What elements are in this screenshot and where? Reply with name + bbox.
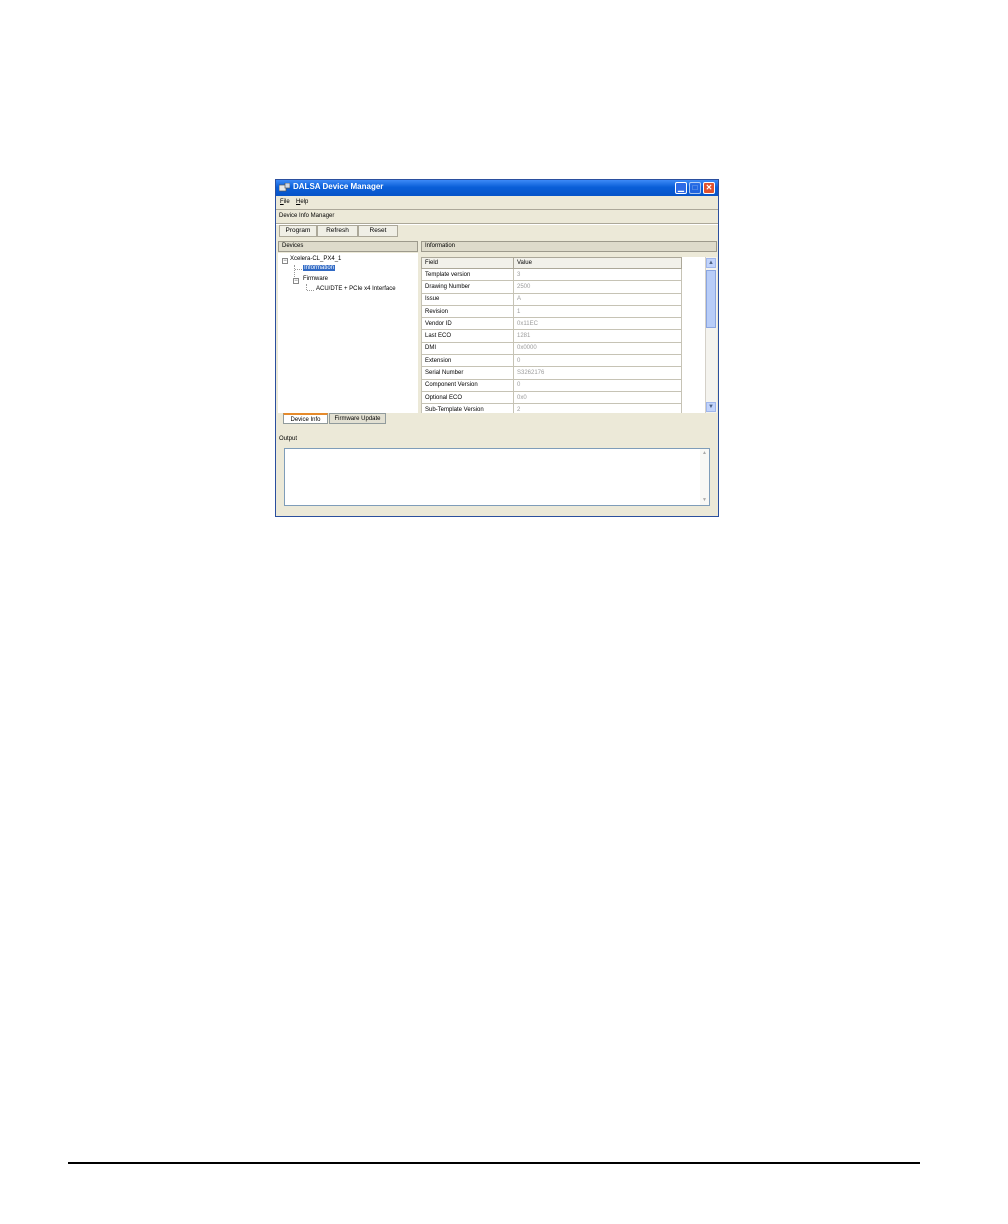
panel-title: Device Info Manager bbox=[279, 213, 335, 219]
field-cell: Component Version bbox=[421, 378, 514, 392]
tab-strip: Device Info Firmware Update bbox=[276, 413, 718, 425]
column-header-value[interactable]: Value bbox=[513, 257, 682, 269]
field-cell: Template version bbox=[421, 267, 514, 282]
menu-file[interactable]: File bbox=[280, 199, 290, 205]
table-row[interactable]: Extension 0 bbox=[421, 354, 682, 368]
table-row[interactable]: Drawing Number 2500 bbox=[421, 280, 682, 294]
table-row[interactable]: Last ECO 1281 bbox=[421, 329, 682, 343]
grid-header-row: Field Value bbox=[421, 257, 682, 269]
table-row[interactable]: Serial Number S3262176 bbox=[421, 366, 682, 380]
tree-connector bbox=[307, 290, 314, 291]
table-row[interactable]: Vendor ID 0x11EC bbox=[421, 317, 682, 331]
maximize-button[interactable]: □ bbox=[689, 182, 701, 194]
output-label: Output bbox=[279, 436, 298, 442]
field-cell: Last ECO bbox=[421, 329, 514, 343]
scroll-down-icon[interactable]: ▼ bbox=[706, 402, 716, 412]
table-row[interactable]: Template version 3 bbox=[421, 267, 682, 282]
minimize-button[interactable]: ▁ bbox=[675, 182, 687, 194]
title-bar[interactable]: DALSA Device Manager ▁ □ ✕ bbox=[276, 180, 718, 196]
window-title: DALSA Device Manager bbox=[293, 182, 384, 191]
collapse-icon[interactable]: − bbox=[282, 258, 288, 264]
device-manager-window: DALSA Device Manager ▁ □ ✕ File Help Dev… bbox=[275, 179, 719, 517]
table-row[interactable]: Component Version 0 bbox=[421, 378, 682, 392]
value-cell: 1281 bbox=[513, 329, 682, 343]
scroll-up-icon[interactable]: ▲ bbox=[706, 258, 716, 268]
table-row[interactable]: Revision 1 bbox=[421, 304, 682, 319]
scrollbar-thumb[interactable] bbox=[706, 270, 716, 328]
maximize-icon: □ bbox=[692, 183, 698, 192]
field-cell: Revision bbox=[421, 304, 514, 319]
value-cell: A bbox=[513, 292, 682, 306]
value-cell: 3 bbox=[513, 267, 682, 282]
devices-header: Devices bbox=[278, 241, 418, 252]
output-scrollbar[interactable]: ▲ ▼ bbox=[700, 449, 709, 505]
reset-button[interactable]: Reset bbox=[358, 225, 398, 237]
collapse-icon[interactable]: − bbox=[293, 278, 299, 284]
scroll-up-icon[interactable]: ▲ bbox=[700, 449, 709, 458]
table-row[interactable]: Issue A bbox=[421, 292, 682, 306]
menu-bar: File Help bbox=[276, 197, 718, 208]
refresh-button[interactable]: Refresh bbox=[317, 225, 358, 237]
minimize-icon: ▁ bbox=[677, 183, 685, 192]
field-cell: Sub-Template Version bbox=[421, 403, 514, 413]
page-footer-rule bbox=[68, 1162, 920, 1164]
close-button[interactable]: ✕ bbox=[703, 182, 715, 194]
program-button[interactable]: Program bbox=[279, 225, 317, 237]
tree-item-firmware-interface[interactable]: ACU/DTE + PCIe x4 Interface bbox=[316, 286, 396, 292]
output-textarea[interactable]: ▲ ▼ bbox=[284, 448, 710, 506]
table-row[interactable]: DMI 0x0000 bbox=[421, 341, 682, 356]
value-cell: 0 bbox=[513, 378, 682, 392]
information-header: Information bbox=[421, 241, 717, 252]
scroll-down-icon[interactable]: ▼ bbox=[700, 496, 709, 505]
value-cell: 0 bbox=[513, 354, 682, 368]
tree-item-firmware[interactable]: Firmware bbox=[303, 276, 328, 282]
field-cell: Extension bbox=[421, 354, 514, 368]
value-cell: 0x0000 bbox=[513, 341, 682, 356]
field-cell: Vendor ID bbox=[421, 317, 514, 331]
app-icon bbox=[279, 183, 290, 192]
value-cell: 2 bbox=[513, 403, 682, 413]
tree-root-device[interactable]: Xcelera-CL_PX4_1 bbox=[290, 256, 341, 262]
table-row[interactable]: Optional ECO 0x0 bbox=[421, 390, 682, 405]
value-cell: 0x0 bbox=[513, 390, 682, 405]
tree-connector bbox=[295, 269, 302, 270]
table-row[interactable]: Sub-Template Version 2 bbox=[421, 403, 682, 413]
value-cell: 1 bbox=[513, 304, 682, 319]
tab-firmware-update[interactable]: Firmware Update bbox=[329, 413, 386, 424]
information-scrollbar[interactable]: ▲ ▼ bbox=[705, 257, 717, 413]
value-cell: 2500 bbox=[513, 280, 682, 294]
column-header-field[interactable]: Field bbox=[421, 257, 514, 269]
value-cell: S3262176 bbox=[513, 366, 682, 380]
value-cell: 0x11EC bbox=[513, 317, 682, 331]
field-cell: Drawing Number bbox=[421, 280, 514, 294]
tab-device-info[interactable]: Device Info bbox=[283, 413, 328, 424]
close-icon: ✕ bbox=[705, 183, 713, 192]
menu-help[interactable]: Help bbox=[296, 199, 308, 205]
field-cell: DMI bbox=[421, 341, 514, 356]
tree-item-information[interactable]: Information bbox=[303, 265, 336, 271]
devices-tree: − Xcelera-CL_PX4_1 Information − Firmwar… bbox=[278, 253, 418, 413]
field-cell: Serial Number bbox=[421, 366, 514, 380]
field-cell: Issue bbox=[421, 292, 514, 306]
menu-separator bbox=[276, 209, 718, 210]
field-cell: Optional ECO bbox=[421, 390, 514, 405]
information-grid: Field Value Template version 3 Drawing Num… bbox=[421, 257, 705, 413]
